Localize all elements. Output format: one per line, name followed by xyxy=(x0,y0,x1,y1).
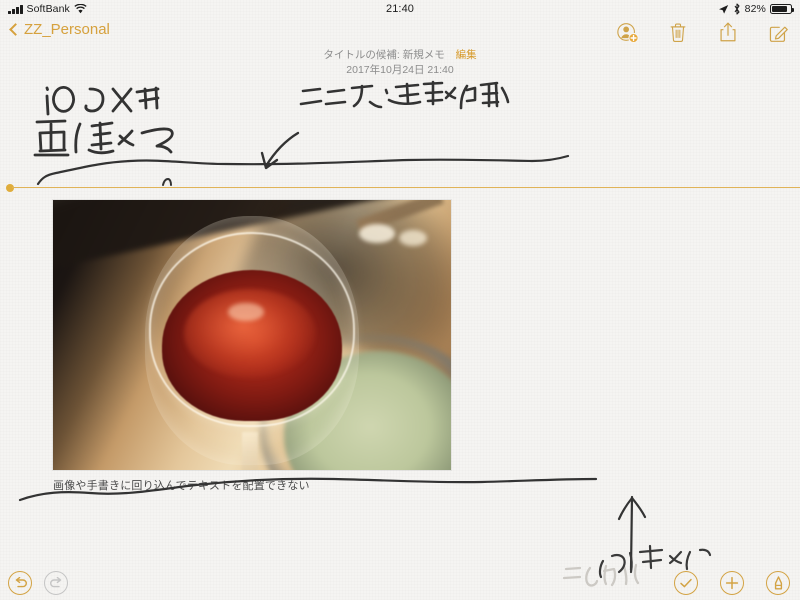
status-bar: SoftBank 21:40 82% xyxy=(0,0,800,18)
bottom-toolbar xyxy=(0,568,800,600)
photo-glass-stem xyxy=(242,432,258,470)
ink-arrow-up xyxy=(617,495,647,572)
wine-glass-photo xyxy=(53,200,451,470)
handwriting-area-divider[interactable] xyxy=(0,183,800,193)
status-bar-left: SoftBank xyxy=(8,3,87,15)
undo-icon[interactable] xyxy=(8,571,32,595)
ink-arrow-down-left xyxy=(260,131,300,170)
chevron-left-icon xyxy=(8,24,19,35)
bottom-toolbar-right xyxy=(674,571,790,595)
back-button[interactable]: ZZ_Personal xyxy=(8,21,110,38)
title-candidate-value: 新規メモ xyxy=(402,49,445,61)
ink-text-gazou xyxy=(33,119,174,157)
ink-text-here-handwriting-area xyxy=(299,80,510,110)
share-icon[interactable] xyxy=(716,19,740,45)
trash-icon[interactable] xyxy=(666,19,690,45)
nav-actions xyxy=(616,19,790,45)
status-bar-right: 82% xyxy=(718,3,794,15)
photo-bokeh-highlight-2 xyxy=(399,229,428,246)
note-title-block: タイトルの候補: 新規メモ 編集 2017年10月24日 21:40 xyxy=(0,48,800,78)
wifi-icon xyxy=(74,4,87,14)
carrier-label: SoftBank xyxy=(26,3,70,15)
navigation-bar: ZZ_Personal xyxy=(0,18,800,48)
ink-line-top xyxy=(36,154,570,186)
location-arrow-icon xyxy=(718,4,728,14)
battery-percent-label: 82% xyxy=(744,3,766,15)
note-body-text[interactable]: 画像や手書きに回り込んでテキストを配置できない xyxy=(53,477,310,493)
divider-line xyxy=(12,187,800,188)
plus-circle-icon[interactable] xyxy=(720,571,744,595)
compose-icon[interactable] xyxy=(766,19,790,45)
edit-title-link[interactable]: 編集 xyxy=(456,49,477,61)
notes-app-screen: SoftBank 21:40 82% ZZ_Personal タイトルの候補: … xyxy=(0,0,800,600)
clock-label: 21:40 xyxy=(385,3,415,15)
bottom-toolbar-left xyxy=(8,571,68,595)
back-button-label: ZZ_Personal xyxy=(24,21,110,38)
marker-pen-icon[interactable] xyxy=(766,571,790,595)
title-candidate-label: タイトルの候補: xyxy=(323,49,400,61)
note-timestamp: 2017年10月24日 21:40 xyxy=(346,64,454,77)
divider-handle-dot[interactable] xyxy=(6,184,14,192)
redo-icon[interactable] xyxy=(44,571,68,595)
cellular-bars-icon xyxy=(8,4,23,14)
note-image[interactable] xyxy=(53,200,451,470)
battery-icon xyxy=(770,4,794,14)
ink-text-ios-memo xyxy=(45,85,160,116)
checkmark-circle-icon[interactable] xyxy=(674,571,698,595)
title-candidate-row: タイトルの候補: 新規メモ 編集 xyxy=(0,48,800,63)
bluetooth-icon xyxy=(734,3,740,15)
add-person-icon[interactable] xyxy=(616,19,640,45)
